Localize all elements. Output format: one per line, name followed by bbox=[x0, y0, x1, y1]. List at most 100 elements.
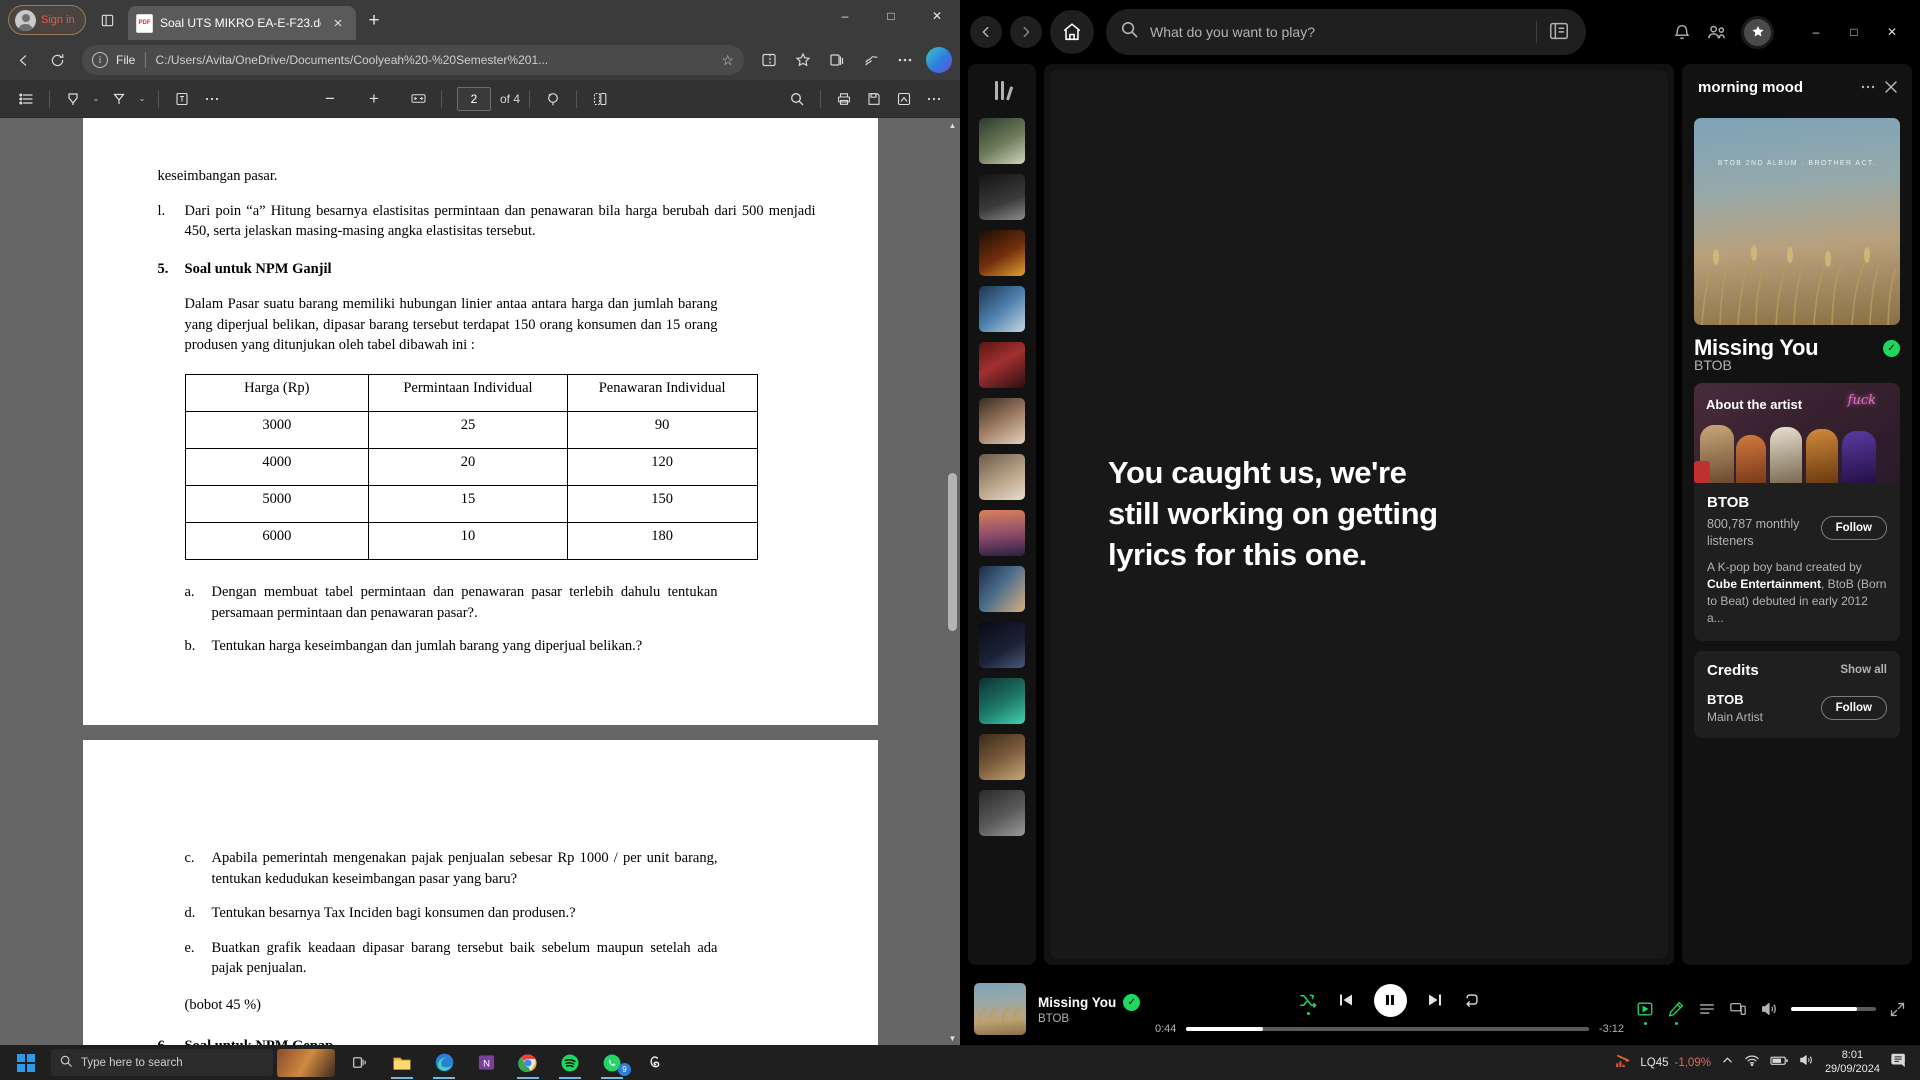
taskbar-search-box[interactable]: Type here to search bbox=[51, 1049, 273, 1076]
queue-icon[interactable] bbox=[1698, 1000, 1716, 1018]
library-item-thumbnail[interactable] bbox=[979, 678, 1025, 724]
back-chevron-icon[interactable] bbox=[970, 16, 1002, 48]
library-item-thumbnail[interactable] bbox=[979, 342, 1025, 388]
search-input[interactable] bbox=[1150, 24, 1525, 40]
settings-more-icon[interactable] bbox=[890, 45, 920, 75]
highlight-chevron-down-icon[interactable]: ⌄ bbox=[89, 94, 103, 103]
favorite-star-icon[interactable]: ☆ bbox=[721, 52, 734, 69]
notifications-bell-icon[interactable] bbox=[1672, 22, 1692, 42]
profile-avatar-icon[interactable] bbox=[1741, 15, 1774, 49]
erase-highlight-icon[interactable] bbox=[105, 85, 133, 113]
maximize-button[interactable]: □ bbox=[868, 0, 914, 32]
refresh-icon[interactable] bbox=[42, 45, 72, 75]
print-icon[interactable] bbox=[830, 85, 858, 113]
library-item-thumbnail[interactable] bbox=[979, 174, 1025, 220]
battery-icon[interactable] bbox=[1770, 1054, 1789, 1072]
progress-slider[interactable] bbox=[1186, 1026, 1589, 1031]
address-bar[interactable]: i File | C:/Users/Avita/OneDrive/Documen… bbox=[82, 45, 744, 75]
library-item-thumbnail[interactable] bbox=[979, 286, 1025, 332]
windows-start-icon[interactable] bbox=[4, 1045, 48, 1080]
search-bar[interactable] bbox=[1106, 9, 1586, 55]
library-item-thumbnail[interactable] bbox=[979, 622, 1025, 668]
library-item-thumbnail[interactable] bbox=[979, 734, 1025, 780]
spotify-icon[interactable] bbox=[549, 1045, 591, 1080]
now-playing-view-icon[interactable] bbox=[1636, 1000, 1654, 1025]
pdf-viewer[interactable]: keseimbangan pasar. l. Dari poin “a” Hit… bbox=[0, 118, 960, 1045]
site-info-icon[interactable]: i bbox=[92, 52, 108, 68]
volume-icon[interactable] bbox=[1760, 1000, 1778, 1018]
add-text-icon[interactable] bbox=[168, 85, 196, 113]
search-icon[interactable] bbox=[783, 85, 811, 113]
wifi-icon[interactable] bbox=[1744, 1053, 1760, 1072]
library-item-thumbnail[interactable] bbox=[979, 566, 1025, 612]
onenote-icon[interactable]: N bbox=[465, 1045, 507, 1080]
close-panel-icon[interactable] bbox=[1884, 80, 1898, 94]
verified-check-icon[interactable]: ✓ bbox=[1123, 993, 1141, 1011]
library-item-thumbnail[interactable] bbox=[979, 398, 1025, 444]
album-artwork[interactable]: BTOB 2ND ALBUM · BROTHER ACT. bbox=[1694, 118, 1900, 325]
scroll-down-icon[interactable]: ▼ bbox=[947, 1031, 958, 1045]
page-layout-icon[interactable] bbox=[586, 85, 614, 113]
close-button[interactable]: ✕ bbox=[914, 0, 960, 32]
erase-chevron-down-icon[interactable]: ⌄ bbox=[135, 94, 149, 103]
scroll-up-icon[interactable]: ▲ bbox=[947, 118, 958, 132]
library-item-thumbnail[interactable] bbox=[979, 230, 1025, 276]
weather-widget-icon[interactable] bbox=[273, 1045, 339, 1080]
artist-hero-image[interactable]: About the artist fuck bbox=[1694, 383, 1900, 483]
lyrics-icon[interactable] bbox=[1667, 1000, 1685, 1025]
verified-check-icon[interactable]: ✓ bbox=[1883, 339, 1900, 357]
browse-all-icon[interactable] bbox=[1548, 20, 1572, 44]
task-view-icon[interactable] bbox=[339, 1045, 381, 1080]
minimize-button[interactable]: – bbox=[1798, 16, 1834, 48]
your-library-icon[interactable] bbox=[989, 78, 1015, 101]
volume-icon[interactable] bbox=[1799, 1053, 1815, 1072]
notification-center-icon[interactable] bbox=[1890, 1052, 1908, 1073]
player-album-art[interactable] bbox=[974, 983, 1026, 1035]
favorites-icon[interactable] bbox=[788, 45, 818, 75]
browser-essentials-icon[interactable] bbox=[856, 45, 886, 75]
repeat-icon[interactable] bbox=[1463, 991, 1481, 1009]
save-icon[interactable] bbox=[860, 85, 888, 113]
library-item-thumbnail[interactable] bbox=[979, 454, 1025, 500]
next-track-icon[interactable] bbox=[1426, 991, 1444, 1009]
highlight-icon[interactable] bbox=[59, 85, 87, 113]
show-hidden-icons-icon[interactable] bbox=[1721, 1054, 1734, 1072]
back-arrow-icon[interactable] bbox=[8, 45, 38, 75]
follow-artist-button[interactable]: Follow bbox=[1820, 516, 1887, 540]
collections-icon[interactable] bbox=[822, 45, 852, 75]
taskbar-clock[interactable]: 8:01 29/09/2024 bbox=[1825, 1049, 1880, 1077]
volume-slider[interactable] bbox=[1791, 1007, 1876, 1011]
previous-track-icon[interactable] bbox=[1337, 991, 1355, 1009]
new-tab-button[interactable]: + bbox=[364, 10, 384, 31]
browser-tab[interactable]: PDF Soal UTS MIKRO EA-E-F23.docx.pdf × bbox=[128, 6, 356, 40]
fit-to-width-icon[interactable] bbox=[404, 85, 432, 113]
edge-icon[interactable] bbox=[423, 1045, 465, 1080]
panel-scroll-area[interactable]: BTOB 2ND ALBUM · BROTHER ACT. Missing Yo… bbox=[1682, 118, 1912, 961]
whatsapp-icon[interactable]: 9 bbox=[591, 1045, 633, 1080]
pdf-scrollbar-thumb[interactable] bbox=[948, 473, 957, 631]
file-explorer-icon[interactable] bbox=[381, 1045, 423, 1080]
credit-follow-button[interactable]: Follow bbox=[1820, 695, 1887, 720]
library-item-thumbnail[interactable] bbox=[979, 790, 1025, 836]
connect-to-device-icon[interactable] bbox=[1729, 1000, 1747, 1018]
threads-icon[interactable] bbox=[633, 1045, 675, 1080]
player-track-artist[interactable]: BTOB bbox=[1038, 1013, 1143, 1025]
library-item-thumbnail[interactable] bbox=[979, 118, 1025, 164]
zoom-out-button[interactable]: − bbox=[316, 85, 344, 113]
more-tools-icon[interactable] bbox=[198, 85, 226, 113]
chrome-icon[interactable] bbox=[507, 1045, 549, 1080]
fullscreen-icon[interactable] bbox=[1889, 1001, 1906, 1018]
profile-signin-button[interactable]: Sign in bbox=[8, 5, 86, 35]
friend-activity-icon[interactable] bbox=[1706, 22, 1727, 43]
draw-icon[interactable] bbox=[890, 85, 918, 113]
split-screen-icon[interactable] bbox=[754, 45, 784, 75]
pause-icon[interactable] bbox=[1373, 983, 1407, 1017]
stock-ticker[interactable]: LQ45 -1,09% bbox=[1615, 1053, 1711, 1073]
maximize-button[interactable]: □ bbox=[1836, 16, 1872, 48]
more-options-icon[interactable] bbox=[1860, 79, 1876, 95]
zoom-in-button[interactable]: + bbox=[360, 85, 388, 113]
home-icon[interactable] bbox=[1050, 10, 1094, 54]
table-of-contents-icon[interactable] bbox=[12, 85, 40, 113]
close-button[interactable]: ✕ bbox=[1874, 16, 1910, 48]
rotate-icon[interactable] bbox=[539, 85, 567, 113]
